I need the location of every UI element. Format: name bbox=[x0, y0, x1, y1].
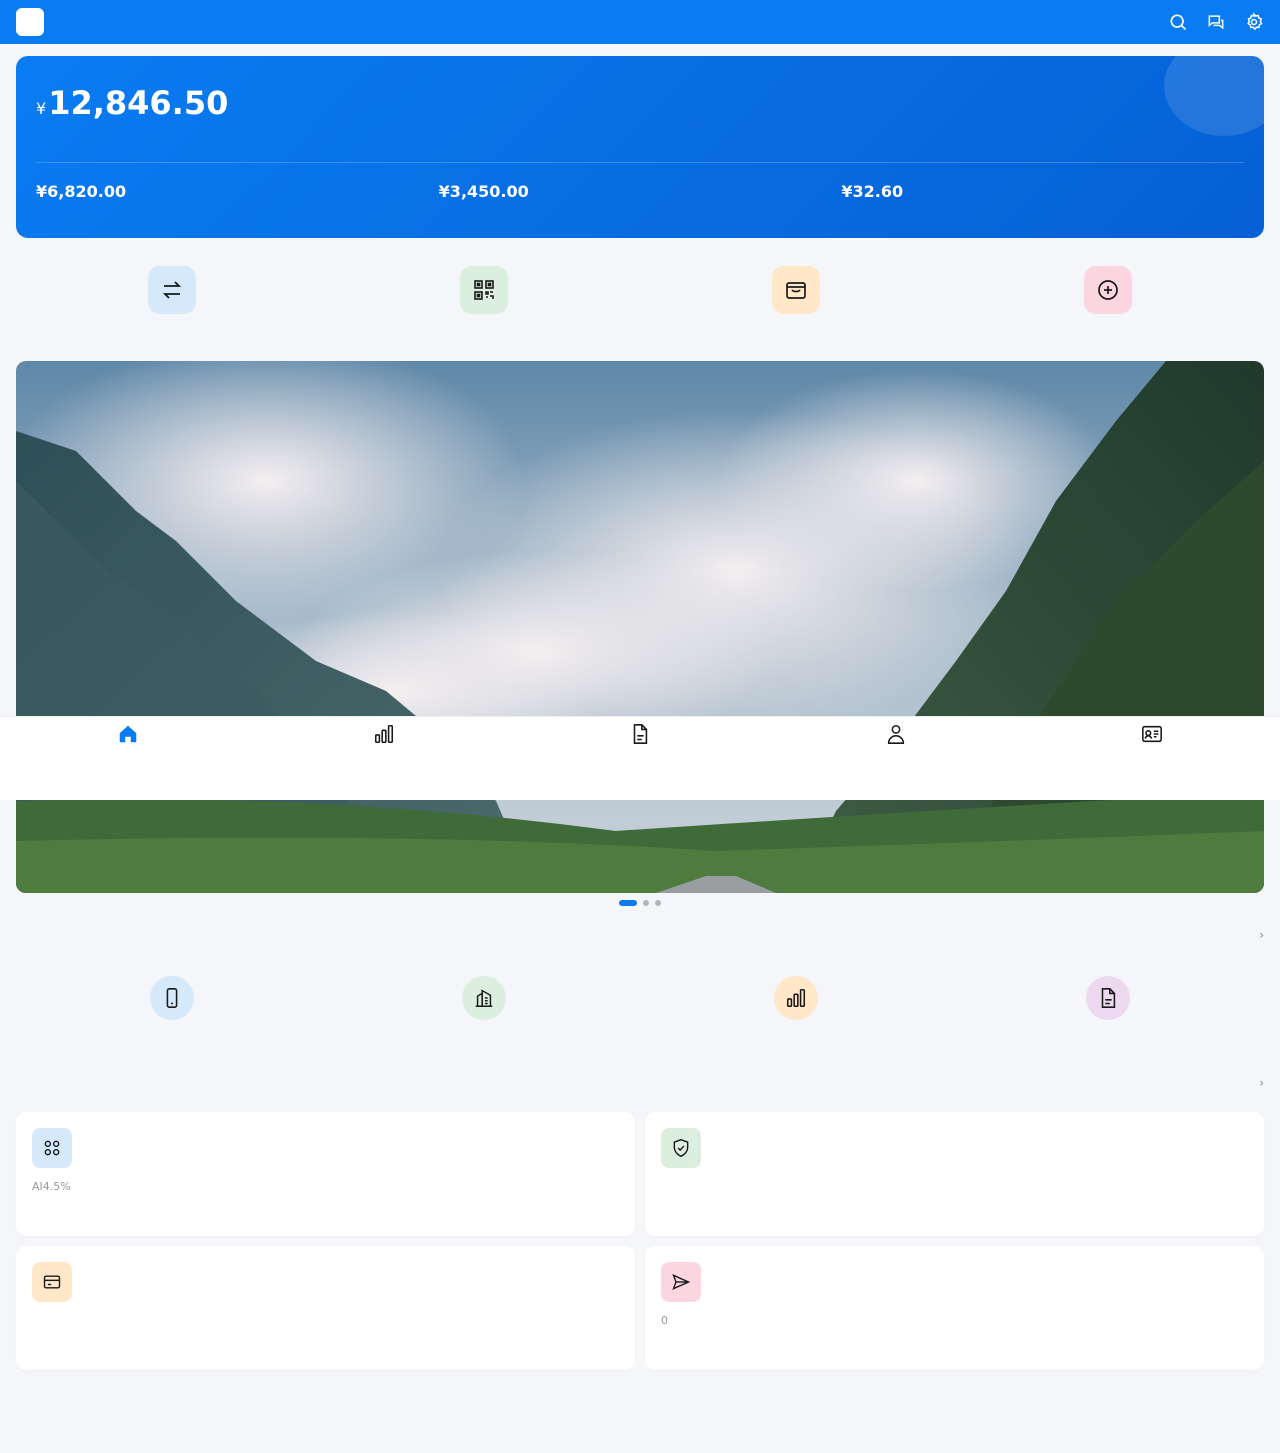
services-header: › bbox=[16, 928, 1264, 942]
balance-value: 12,846.50 bbox=[48, 84, 229, 122]
quick-action-transfer[interactable] bbox=[16, 266, 328, 322]
balance-amount: ¥ 12,846.50 bbox=[36, 84, 1244, 122]
tab-bills[interactable] bbox=[512, 717, 768, 800]
top-bar bbox=[0, 0, 1280, 44]
recommend-card[interactable] bbox=[645, 1112, 1264, 1236]
tab-stats[interactable] bbox=[256, 717, 512, 800]
services-grid bbox=[16, 976, 1264, 1028]
divider bbox=[36, 162, 1244, 163]
credit-card-icon bbox=[32, 1262, 72, 1302]
bar-chart-icon bbox=[374, 724, 394, 744]
wallet-icon bbox=[772, 266, 820, 314]
recommend-card[interactable] bbox=[16, 1246, 635, 1370]
balance-sub-item: ¥3,450.00 bbox=[439, 178, 842, 201]
service-item[interactable] bbox=[16, 976, 328, 1028]
tab-identity[interactable] bbox=[1024, 717, 1280, 800]
quick-actions bbox=[16, 266, 1264, 322]
search-icon[interactable] bbox=[1168, 12, 1188, 32]
card-description: AI4.5% bbox=[32, 1180, 71, 1193]
balance-sub-item: ¥6,820.00 bbox=[36, 178, 439, 201]
balance-sub-item: ¥32.60 bbox=[841, 178, 1244, 201]
banner-landscape-image bbox=[16, 361, 1264, 893]
decorative-circle bbox=[1164, 56, 1264, 136]
bottom-tab-bar bbox=[0, 716, 1280, 800]
mobile-icon bbox=[150, 976, 194, 1020]
balance-card[interactable]: ¥ 12,846.50 ¥6,820.00 ¥3,450.00 ¥32.60 bbox=[16, 56, 1264, 238]
service-item[interactable] bbox=[952, 976, 1264, 1028]
document-icon bbox=[633, 724, 648, 744]
settings-icon[interactable] bbox=[1244, 12, 1264, 32]
carousel-dot[interactable] bbox=[655, 900, 661, 906]
transfer-icon bbox=[148, 266, 196, 314]
quick-action-add[interactable] bbox=[952, 266, 1264, 322]
user-icon bbox=[887, 724, 905, 744]
add-circle-icon bbox=[1084, 266, 1132, 314]
service-item[interactable] bbox=[640, 976, 952, 1028]
sub-value: ¥6,820.00 bbox=[36, 182, 127, 201]
sub-value: ¥32.60 bbox=[841, 182, 904, 201]
services-more-link[interactable]: › bbox=[1259, 928, 1264, 942]
tab-home[interactable] bbox=[0, 717, 256, 800]
promo-banner[interactable] bbox=[16, 361, 1264, 893]
currency-symbol: ¥ bbox=[36, 99, 47, 118]
quick-action-wallet[interactable] bbox=[640, 266, 952, 322]
recommended-header: › bbox=[16, 1076, 1264, 1090]
home-icon bbox=[119, 725, 137, 743]
document-icon bbox=[1086, 976, 1130, 1020]
balance-breakdown: ¥6,820.00 ¥3,450.00 ¥32.60 bbox=[36, 178, 1244, 201]
service-item[interactable] bbox=[328, 976, 640, 1028]
app-logo bbox=[16, 8, 44, 36]
recommend-card[interactable]: AI4.5% bbox=[16, 1112, 635, 1236]
carousel-indicator bbox=[0, 900, 1280, 906]
chat-icon[interactable] bbox=[1206, 12, 1226, 32]
qr-code-icon bbox=[460, 266, 508, 314]
quick-action-scan[interactable] bbox=[328, 266, 640, 322]
recommended-more-link[interactable]: › bbox=[1259, 1076, 1264, 1090]
id-card-icon bbox=[1142, 725, 1162, 743]
grid-icon bbox=[32, 1128, 72, 1168]
top-actions bbox=[1168, 12, 1264, 32]
tab-profile[interactable] bbox=[768, 717, 1024, 800]
bar-chart-icon bbox=[774, 976, 818, 1020]
card-description: 0 bbox=[661, 1314, 668, 1327]
sub-value: ¥3,450.00 bbox=[438, 182, 529, 201]
shield-check-icon bbox=[661, 1128, 701, 1168]
building-icon bbox=[462, 976, 506, 1020]
recommend-card[interactable]: 0 bbox=[645, 1246, 1264, 1370]
send-icon bbox=[661, 1262, 701, 1302]
carousel-dot-active[interactable] bbox=[619, 900, 637, 906]
carousel-dot[interactable] bbox=[643, 900, 649, 906]
